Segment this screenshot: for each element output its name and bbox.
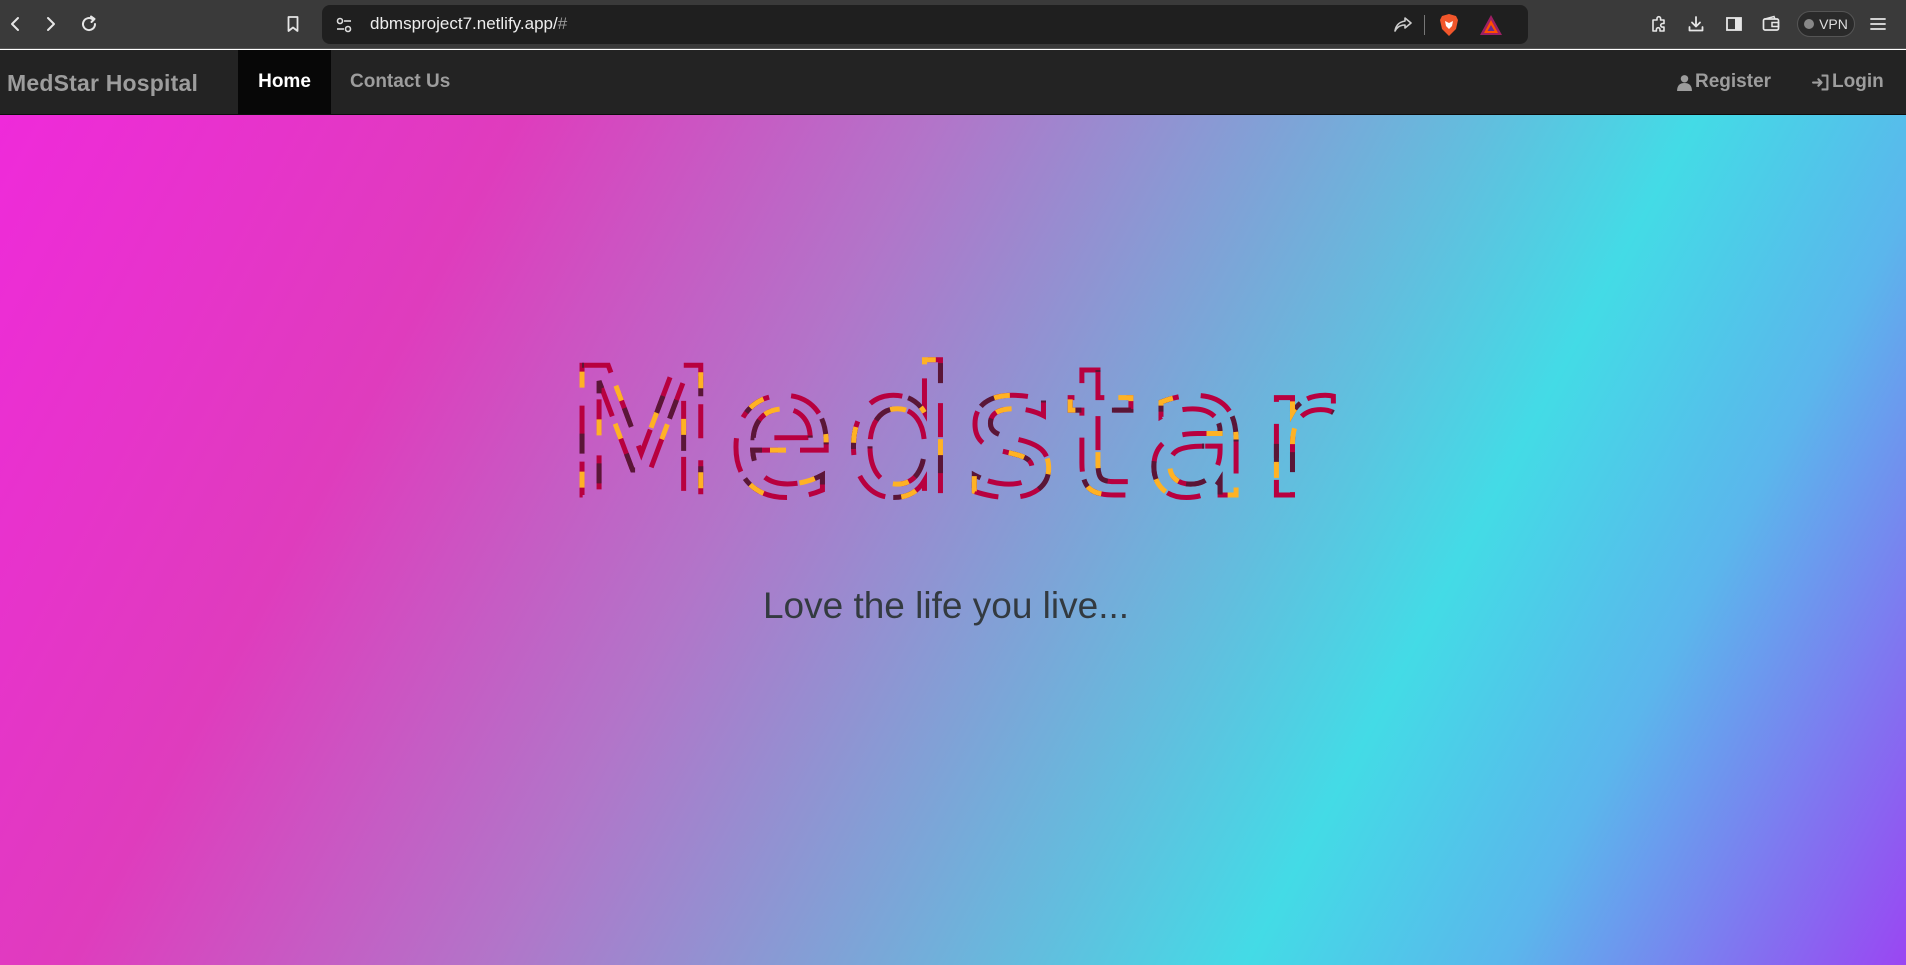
hero-section: Medstar Medstar Medstar Love the life yo… — [0, 115, 1906, 965]
site-settings-icon[interactable] — [334, 15, 354, 35]
vpn-status-icon — [1804, 19, 1815, 29]
hero-title-svg: Medstar Medstar Medstar — [562, 328, 1336, 540]
extensions-icon — [1652, 15, 1665, 32]
forward-icon — [47, 17, 55, 31]
hero-tagline: Love the life you live... — [762, 585, 1130, 626]
url-hash: # — [557, 14, 568, 33]
back-button[interactable] — [1, 10, 29, 38]
nav-register[interactable]: Register — [1676, 50, 1771, 114]
extensions-button[interactable] — [1645, 10, 1673, 38]
login-icon — [1812, 74, 1829, 90]
sidebar-button[interactable] — [1720, 10, 1748, 38]
hero-title: Medstar Medstar Medstar — [0, 328, 1906, 540]
vpn-label: VPN — [1819, 16, 1848, 32]
back-icon — [11, 17, 19, 31]
bookmark-icon — [287, 16, 299, 32]
nav-login-label: Login — [1832, 71, 1884, 92]
nav-login[interactable]: Login — [1812, 50, 1884, 114]
forward-button[interactable] — [37, 10, 65, 38]
menu-icon — [1870, 18, 1886, 30]
sidebar-icon — [1726, 17, 1742, 31]
brave-shields-icon[interactable] — [1438, 13, 1460, 37]
share-icon[interactable] — [1392, 14, 1414, 36]
nav-contact-us[interactable]: Contact Us — [350, 50, 450, 114]
brave-rewards-icon[interactable] — [1479, 14, 1503, 36]
nav-home[interactable]: Home — [238, 50, 331, 114]
user-icon — [1677, 74, 1692, 91]
url-text[interactable]: dbmsproject7.netlify.app/# — [370, 14, 567, 34]
reload-button[interactable] — [75, 10, 103, 38]
url-host: dbmsproject7.netlify.app/ — [370, 14, 558, 33]
menu-button[interactable] — [1864, 10, 1892, 38]
downloads-button[interactable] — [1682, 10, 1710, 38]
bookmark-button[interactable] — [279, 10, 307, 38]
wallet-button[interactable] — [1757, 10, 1785, 38]
browser-toolbar: dbmsproject7.netlify.app/# VPN — [0, 0, 1906, 49]
downloads-icon — [1688, 16, 1704, 32]
reload-icon — [82, 15, 97, 32]
wallet-icon — [1762, 15, 1780, 31]
nav-home-label: Home — [258, 71, 311, 92]
nav-contact-label: Contact Us — [350, 71, 451, 92]
nav-register-label: Register — [1695, 71, 1772, 92]
url-separator — [1424, 15, 1425, 35]
address-bar[interactable]: dbmsproject7.netlify.app/# — [322, 5, 1528, 44]
brand-link[interactable]: MedStar Hospital — [7, 70, 198, 97]
site-navbar: MedStar Hospital Home Contact Us Registe… — [0, 50, 1906, 115]
vpn-button[interactable]: VPN — [1797, 11, 1855, 37]
hero-title-stroke-accent: Medstar — [565, 330, 1342, 537]
